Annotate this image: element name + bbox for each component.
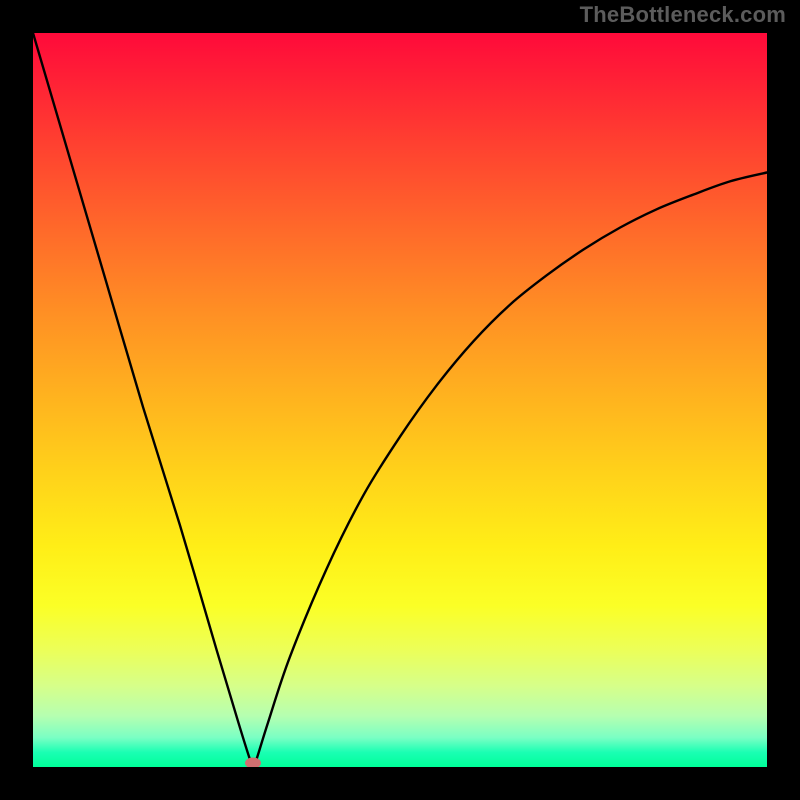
minimum-marker xyxy=(245,758,261,768)
bottleneck-curve xyxy=(33,33,767,767)
chart-frame: TheBottleneck.com xyxy=(0,0,800,800)
plot-area xyxy=(33,33,767,767)
watermark-label: TheBottleneck.com xyxy=(580,2,786,28)
